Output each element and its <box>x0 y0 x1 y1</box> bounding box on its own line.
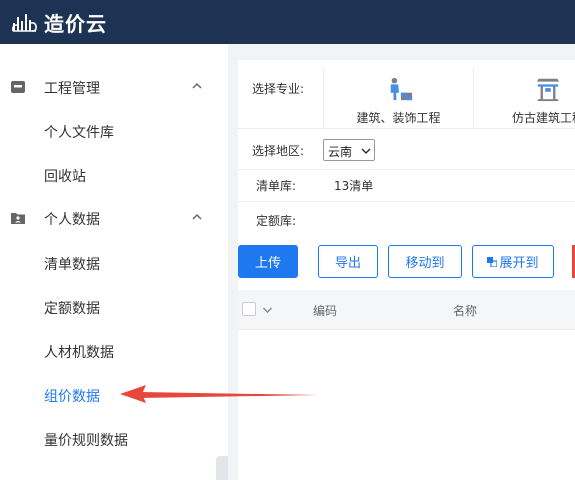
chevron-up-icon <box>192 213 202 220</box>
expand-to-button[interactable]: 展开到 <box>472 245 554 278</box>
specialty-option-antique-building[interactable]: 仿古建筑工程 <box>473 68 575 128</box>
cloud-bars-logo-icon <box>12 14 37 32</box>
chevron-down-icon <box>361 148 371 154</box>
sidebar-item-label: 个人文件库 <box>44 125 114 141</box>
app-title: 造价云 <box>44 11 107 36</box>
sidebar-item-personal-file-library[interactable]: 个人文件库 <box>0 109 228 153</box>
annotation-arrow-icon <box>120 385 318 403</box>
sidebar-item-bill-data[interactable]: 清单数据 <box>0 241 228 285</box>
upload-button[interactable]: 上传 <box>238 245 298 278</box>
sidebar-item-label: 人材机数据 <box>44 345 114 361</box>
bill-library-row: 清单库: 13清单 <box>238 170 575 202</box>
export-button-label: 导出 <box>334 256 361 271</box>
chevron-up-icon <box>192 82 202 89</box>
column-header-name: 名称 <box>453 304 478 318</box>
sidebar-group-label: 个人数据 <box>44 212 100 228</box>
upload-button-label: 上传 <box>254 256 281 271</box>
chevron-down-icon[interactable] <box>261 304 274 316</box>
expand-icon <box>487 256 498 267</box>
quota-library-label: 定额库: <box>256 214 297 228</box>
sidebar-item-label: 组价数据 <box>44 389 100 405</box>
sidebar-group-personal-data[interactable]: 个人数据 <box>0 196 228 240</box>
pavilion-icon <box>536 78 560 102</box>
bill-library-value: 13清单 <box>334 179 374 193</box>
sidebar-item-quota-data[interactable]: 定额数据 <box>0 285 228 329</box>
sidebar-item-recycle-bin[interactable]: 回收站 <box>0 153 228 197</box>
specialty-option-label: 建筑、装饰工程 <box>356 111 441 125</box>
sidebar-scrollbar[interactable] <box>216 456 228 480</box>
specialty-label: 选择专业: <box>252 82 305 96</box>
worker-icon <box>390 77 413 101</box>
sidebar-item-label: 量价规则数据 <box>44 433 128 449</box>
export-button[interactable]: 导出 <box>318 245 378 278</box>
specialty-option-building-decoration[interactable]: 建筑、装饰工程 <box>323 68 473 128</box>
move-to-button-label: 移动到 <box>405 256 445 271</box>
table-header: 编码 名称 <box>238 290 575 330</box>
top-bar: 造价云 <box>0 0 575 44</box>
expand-to-button-label: 展开到 <box>499 256 539 271</box>
bill-library-label: 清单库: <box>256 179 297 193</box>
specialty-option-label: 仿古建筑工程 <box>512 111 575 125</box>
region-select-value: 云南 <box>328 145 353 159</box>
sidebar-group-project-management[interactable]: 工程管理 <box>0 65 228 109</box>
sidebar-item-label: 清单数据 <box>44 257 100 273</box>
quota-library-row: 定额库: <box>238 202 575 234</box>
region-label: 选择地区: <box>252 144 305 158</box>
folder-user-icon <box>11 213 25 224</box>
sidebar-item-quantity-price-rule-data[interactable]: 量价规则数据 <box>0 417 228 461</box>
select-all-checkbox[interactable] <box>242 302 256 316</box>
sidebar-item-label: 回收站 <box>44 169 86 185</box>
region-row: 选择地区: <box>238 129 575 170</box>
move-to-button[interactable]: 移动到 <box>388 245 462 278</box>
sidebar-item-label: 定额数据 <box>44 301 100 317</box>
column-header-code: 编码 <box>313 304 338 318</box>
sidebar-group-label: 工程管理 <box>44 81 100 97</box>
region-select[interactable]: 云南 <box>323 139 375 161</box>
inbox-icon <box>11 81 25 93</box>
sidebar-item-labor-material-machine-data[interactable]: 人材机数据 <box>0 329 228 373</box>
